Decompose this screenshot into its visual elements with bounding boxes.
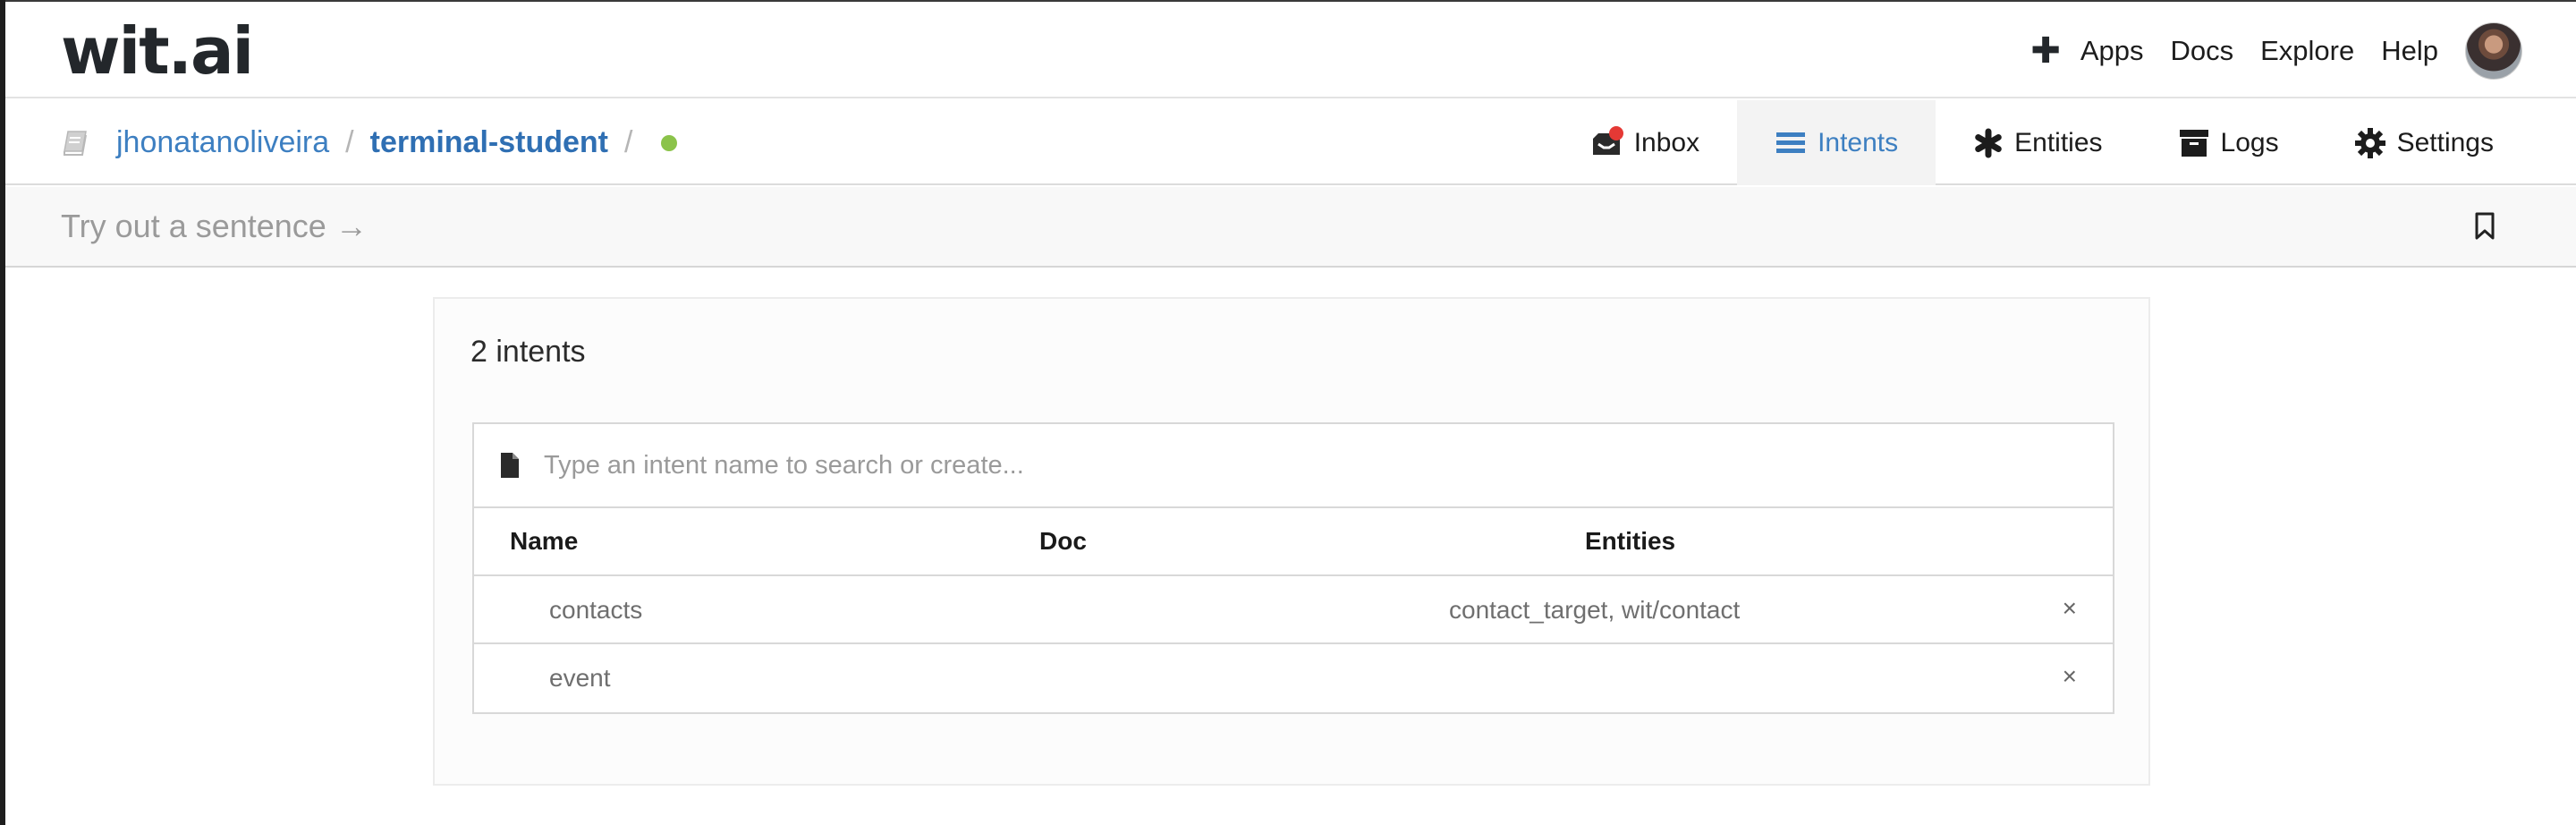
try-sentence-input[interactable]	[61, 187, 2386, 266]
inbox-icon	[1592, 125, 1623, 155]
breadcrumb-separator: /	[623, 125, 633, 159]
tab-inbox-label: Inbox	[1633, 127, 1700, 157]
tab-intents-label: Intents	[1818, 127, 1899, 157]
delete-intent-button[interactable]: ×	[2063, 662, 2077, 691]
book-icon	[64, 130, 87, 156]
nav-apps-link[interactable]: Apps	[2080, 35, 2144, 67]
tab-entities-label: Entities	[2014, 127, 2103, 157]
tab-intents[interactable]: Intents	[1737, 100, 1936, 185]
top-nav: ✚ Apps Docs Explore Help	[2030, 21, 2522, 81]
intents-table: Name Doc Entities contacts contact_targe…	[472, 422, 2114, 714]
breadcrumb-separator: /	[345, 125, 354, 159]
column-header-entities[interactable]: Entities	[1585, 527, 1675, 556]
nav-help-link[interactable]: Help	[2381, 35, 2438, 67]
intent-name[interactable]: contacts	[549, 596, 642, 625]
table-row[interactable]: event ×	[474, 644, 2113, 712]
nav-explore-link[interactable]: Explore	[2260, 35, 2354, 67]
tab-settings-label: Settings	[2396, 127, 2494, 157]
gear-icon	[2354, 127, 2385, 158]
intent-name[interactable]: event	[549, 664, 611, 693]
app-status-indicator	[661, 134, 678, 151]
list-icon	[1776, 132, 1806, 153]
plus-icon[interactable]: ✚	[2030, 33, 2061, 69]
nav-docs-link[interactable]: Docs	[2170, 35, 2233, 67]
intent-entities: contact_target, wit/contact	[1449, 596, 1741, 624]
intents-panel: 2 intents Name Doc Entities contacts con…	[433, 297, 2150, 786]
tab-entities[interactable]: Entities	[1936, 100, 2140, 185]
breadcrumb-app-link[interactable]: terminal-student	[370, 125, 608, 160]
breadcrumb-user-link[interactable]: jhonatanoliveira	[116, 125, 329, 160]
top-header: wit.ai ✚ Apps Docs Explore Help	[5, 2, 2576, 98]
tab-settings[interactable]: Settings	[2317, 100, 2531, 185]
app-tabs: Inbox Intents Entities Logs Settings	[1552, 100, 2531, 185]
table-header: Name Doc Entities	[474, 508, 2113, 576]
tab-logs[interactable]: Logs	[2140, 100, 2317, 185]
tab-logs-label: Logs	[2220, 127, 2279, 157]
intent-search-input[interactable]	[544, 450, 1975, 481]
breadcrumb: jhonatanoliveira / terminal-student /	[61, 100, 678, 185]
table-row[interactable]: contacts contact_target, wit/contact ×	[474, 576, 2113, 644]
app-subbar: jhonatanoliveira / terminal-student / In…	[5, 100, 2576, 185]
intent-search-row	[474, 424, 2113, 508]
file-icon	[501, 453, 519, 478]
user-avatar[interactable]	[2465, 22, 2522, 80]
try-sentence-bar	[5, 187, 2576, 268]
tab-inbox[interactable]: Inbox	[1552, 100, 1737, 185]
bookmark-icon[interactable]	[2474, 212, 2496, 241]
archive-icon	[2179, 129, 2208, 157]
column-header-doc[interactable]: Doc	[1039, 527, 1087, 556]
wit-logo[interactable]: wit.ai	[61, 11, 254, 91]
asterisk-icon	[1975, 128, 2002, 157]
intents-count-title: 2 intents	[470, 335, 586, 369]
column-header-name[interactable]: Name	[510, 527, 578, 556]
delete-intent-button[interactable]: ×	[2063, 594, 2077, 623]
